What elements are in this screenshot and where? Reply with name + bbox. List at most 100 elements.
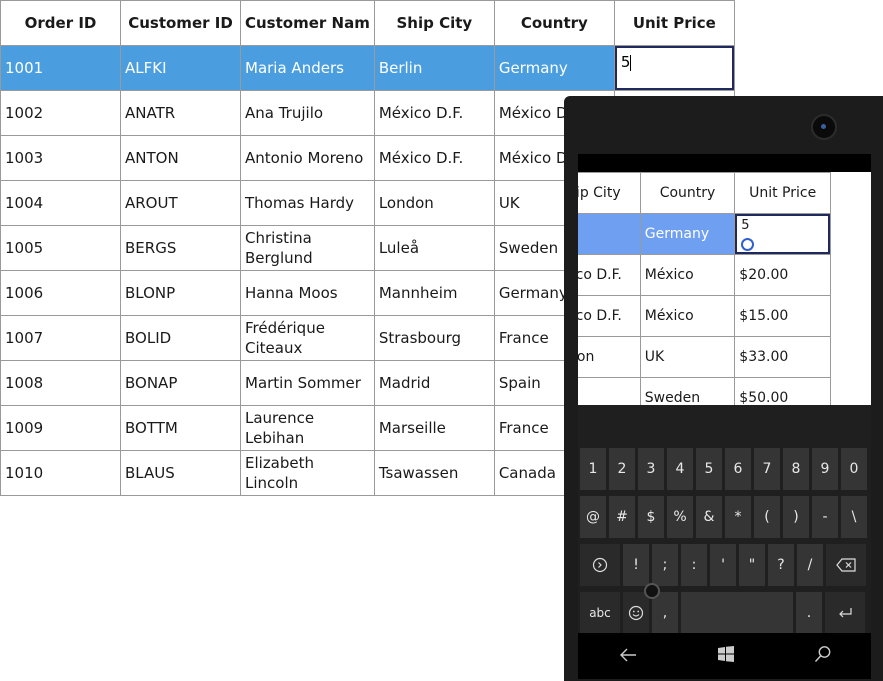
key-8[interactable]: 8 [783, 448, 809, 490]
cell-ship-city[interactable]: Madrid [373, 360, 495, 406]
mobile-unit-price-input[interactable]: 5 [735, 214, 830, 254]
cell-customer-id[interactable]: BOLID [120, 315, 241, 361]
mobile-cell-country[interactable]: UK [639, 336, 736, 378]
header-country[interactable]: Country [493, 0, 615, 46]
key-percent[interactable]: % [667, 496, 693, 538]
backspace-icon[interactable] [826, 544, 866, 586]
mobile-cell-unit-price[interactable]: $33.00 [734, 336, 831, 378]
key-period[interactable]: . [796, 592, 822, 634]
cell-customer-id[interactable]: BERGS [120, 225, 241, 271]
keyboard-cursor-knob[interactable] [644, 583, 660, 599]
mobile-cell-ship-city[interactable] [578, 213, 641, 255]
key-ampersand[interactable]: & [696, 496, 722, 538]
key-1[interactable]: 1 [580, 448, 606, 490]
cell-customer-id[interactable]: ALFKI [120, 45, 241, 91]
key-7[interactable]: 7 [754, 448, 780, 490]
cell-country[interactable]: Germany [493, 45, 615, 91]
header-unit-price[interactable]: Unit Price [613, 0, 735, 46]
key-2[interactable]: 2 [609, 448, 635, 490]
space-bar[interactable] [681, 592, 793, 634]
key-semicolon[interactable]: ; [652, 544, 678, 586]
mobile-cell-country[interactable]: México [639, 254, 736, 296]
touch-cursor-icon[interactable] [741, 238, 755, 251]
cell-customer-name[interactable]: Elizabeth Lincoln [240, 450, 375, 496]
key-quote[interactable]: " [739, 544, 765, 586]
cell-order-id[interactable]: 1005 [0, 225, 121, 271]
cell-unit-price-editing[interactable]: 5 [613, 45, 735, 91]
mobile-header-country[interactable]: Country [639, 172, 736, 214]
table-row[interactable]: Germany 5 [578, 213, 831, 255]
search-icon[interactable] [814, 644, 832, 668]
cell-customer-id[interactable]: BOTTM [120, 405, 241, 451]
cell-customer-name[interactable]: Christina Berglund [240, 225, 375, 271]
header-order-id[interactable]: Order ID [0, 0, 121, 46]
cell-order-id[interactable]: 1007 [0, 315, 121, 361]
key-9[interactable]: 9 [812, 448, 838, 490]
header-customer-name[interactable]: Customer Nam [240, 0, 375, 46]
mobile-cell-ship-city[interactable]: London [578, 336, 641, 378]
table-row[interactable]: London UK $33.00 [578, 336, 831, 378]
cell-customer-id[interactable]: BLAUS [120, 450, 241, 496]
cell-customer-id[interactable]: ANTON [120, 135, 241, 181]
mobile-cell-ship-city[interactable] [578, 377, 641, 405]
cell-customer-name[interactable]: Laurence Lebihan [240, 405, 375, 451]
mobile-cell-country[interactable]: México [639, 295, 736, 337]
mobile-cell-unit-price[interactable]: $20.00 [734, 254, 831, 296]
cell-customer-name[interactable]: Ana Trujilo [240, 90, 375, 136]
mobile-cell-unit-price[interactable]: $50.00 [734, 377, 831, 405]
header-customer-id[interactable]: Customer ID [120, 0, 241, 46]
key-apostrophe[interactable]: ' [710, 544, 736, 586]
mobile-cell-country[interactable]: Germany [639, 213, 736, 255]
cell-order-id[interactable]: 1002 [0, 90, 121, 136]
cell-customer-name[interactable]: Frédérique Citeaux [240, 315, 375, 361]
cell-ship-city[interactable]: Berlin [373, 45, 495, 91]
mobile-cell-ship-city[interactable]: México D.F. [578, 295, 641, 337]
cell-customer-name[interactable]: Hanna Moos [240, 270, 375, 316]
table-row[interactable]: 1001 ALFKI Maria Anders Berlin Germany 5 [0, 45, 735, 91]
cell-customer-id[interactable]: BLONP [120, 270, 241, 316]
key-comma[interactable]: , [652, 592, 678, 634]
key-0[interactable]: 0 [841, 448, 867, 490]
mobile-cell-unit-price-editing[interactable]: 5 [734, 213, 831, 255]
mobile-cell-country[interactable]: Sweden [639, 377, 736, 405]
cell-order-id[interactable]: 1006 [0, 270, 121, 316]
cell-ship-city[interactable]: Strasbourg [373, 315, 495, 361]
cell-order-id[interactable]: 1008 [0, 360, 121, 406]
cell-ship-city[interactable]: Marseille [373, 405, 495, 451]
mobile-cell-unit-price[interactable]: $15.00 [734, 295, 831, 337]
key-dollar[interactable]: $ [638, 496, 664, 538]
cell-customer-id[interactable]: ANATR [120, 90, 241, 136]
unit-price-input[interactable]: 5 [615, 46, 734, 90]
key-3[interactable]: 3 [638, 448, 664, 490]
key-exclamation[interactable]: ! [623, 544, 649, 586]
cell-customer-name[interactable]: Thomas Hardy [240, 180, 375, 226]
cell-ship-city[interactable]: México D.F. [373, 90, 495, 136]
cell-customer-id[interactable]: BONAP [120, 360, 241, 406]
cell-order-id[interactable]: 1010 [0, 450, 121, 496]
header-ship-city[interactable]: Ship City [373, 0, 495, 46]
table-row[interactable]: México D.F. México $20.00 [578, 254, 831, 296]
table-row[interactable]: Sweden $50.00 [578, 377, 831, 405]
table-row[interactable]: México D.F. México $15.00 [578, 295, 831, 337]
key-slash[interactable]: / [797, 544, 823, 586]
cell-order-id[interactable]: 1009 [0, 405, 121, 451]
abc-button[interactable]: abc [580, 592, 620, 634]
cell-customer-id[interactable]: AROUT [120, 180, 241, 226]
cell-order-id[interactable]: 1004 [0, 180, 121, 226]
cell-order-id[interactable]: 1003 [0, 135, 121, 181]
mobile-cell-ship-city[interactable]: México D.F. [578, 254, 641, 296]
key-minus[interactable]: - [812, 496, 838, 538]
key-open-paren[interactable]: ( [754, 496, 780, 538]
cell-customer-name[interactable]: Antonio Moreno [240, 135, 375, 181]
back-icon[interactable] [618, 644, 638, 668]
mobile-header-ship-city[interactable]: Ship City [578, 172, 641, 214]
cell-ship-city[interactable]: Mannheim [373, 270, 495, 316]
cell-ship-city[interactable]: Tsawassen [373, 450, 495, 496]
key-colon[interactable]: : [681, 544, 707, 586]
key-question[interactable]: ? [768, 544, 794, 586]
cell-ship-city[interactable]: Luleå [373, 225, 495, 271]
key-asterisk[interactable]: * [725, 496, 751, 538]
emoji-icon[interactable] [623, 592, 649, 634]
key-6[interactable]: 6 [725, 448, 751, 490]
mobile-header-unit-price[interactable]: Unit Price [734, 172, 831, 214]
